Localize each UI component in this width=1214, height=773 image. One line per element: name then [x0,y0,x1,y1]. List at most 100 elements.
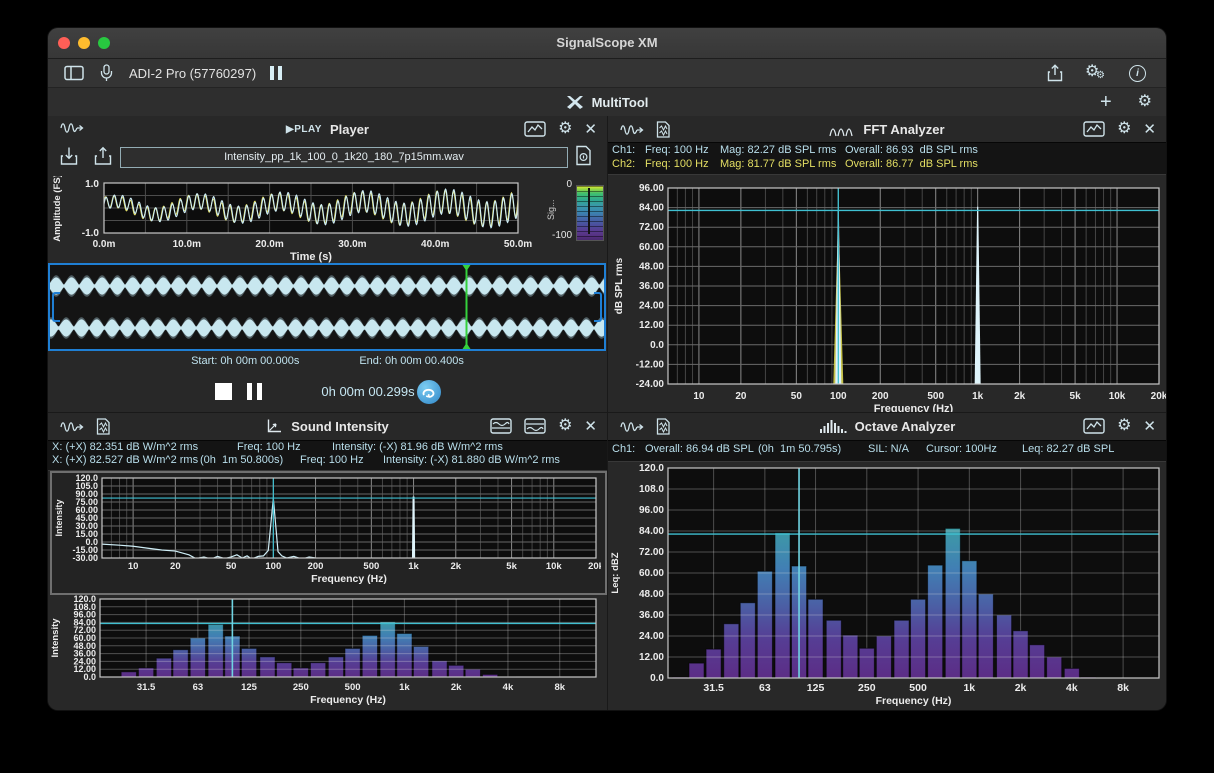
svg-text:31.5: 31.5 [703,682,724,694]
si-spectrum-chart[interactable]: 120.0105.090.0075.0060.0045.0030.0015.00… [52,473,601,589]
svg-text:96.00: 96.00 [639,183,664,194]
panel-title-sound-intensity: Sound Intensity [291,419,389,434]
player-settings-gear-icon[interactable]: ⚙ [558,121,572,137]
panel-title-fft: FFT Analyzer [863,122,944,137]
svg-text:10.0m: 10.0m [173,239,201,250]
oct-sil: SIL: N/A [868,443,909,455]
si-freq-1: Freq: 100 Hz [237,441,301,453]
fft-settings-gear-icon[interactable]: ⚙ [1117,121,1131,137]
si-readout-strip: X: (+X) 82.351 dB W/m^2 rms Freq: 100 Hz… [48,440,607,471]
svg-text:60.00: 60.00 [639,242,664,253]
player-close-icon[interactable]: ✕ [584,120,597,138]
svg-text:Frequency (Hz): Frequency (Hz) [876,695,952,707]
octave-readout-strip: Ch1: Overall: 86.94 dB SPL (0h 1m 50.795… [608,440,1166,462]
svg-text:50: 50 [791,391,803,402]
selection-left-handle[interactable] [52,292,60,322]
si-close-icon[interactable]: ✕ [584,417,597,435]
svg-text:-24.00: -24.00 [636,379,665,390]
add-tool-button[interactable]: + [1100,92,1112,112]
pause-stream-icon[interactable] [270,66,282,80]
svg-text:250: 250 [858,682,876,694]
fft-close-icon[interactable]: ✕ [1143,120,1156,138]
svg-text:2k: 2k [1014,391,1026,402]
svg-text:100: 100 [265,561,281,572]
svg-text:5k: 5k [506,561,517,572]
chart-view-icon[interactable] [1083,121,1105,137]
octave-bars-chart[interactable]: 120.0108.096.0084.0072.0060.0048.0036.00… [608,463,1166,710]
svg-text:Leq: dBZ: Leq: dBZ [610,552,621,593]
oct-ch-label: Ch1: [612,443,635,455]
svg-text:500: 500 [363,561,379,572]
svg-text:10: 10 [693,391,705,402]
loaded-file-field[interactable]: Intensity_pp_1k_100_0_1k20_180_7p15mm.wa… [120,147,568,168]
oct-cursor: Cursor: 100Hz [926,443,997,455]
svg-text:100: 100 [830,391,847,402]
device-label[interactable]: ADI-2 Pro (57760297) [129,66,256,81]
svg-text:500: 500 [345,682,361,693]
signal-level-colorbar [576,185,604,241]
svg-text:2k: 2k [1015,682,1027,694]
svg-text:120.0: 120.0 [639,463,664,474]
panel-title-player: Player [330,122,369,137]
si-intensity-1: Intensity: (-X) 81.96 dB W/m^2 rms [332,441,503,453]
svg-text:10k: 10k [1109,391,1126,402]
octave-settings-gear-icon[interactable]: ⚙ [1117,418,1131,434]
si-settings-gear-icon[interactable]: ⚙ [558,418,572,434]
svg-text:10: 10 [128,561,139,572]
svg-text:1.0: 1.0 [85,179,99,190]
svg-text:Time (s): Time (s) [290,251,332,263]
fft-ch1-label: Ch1: [612,144,635,156]
svg-text:36.00: 36.00 [639,281,664,292]
fft-icon [829,122,855,137]
stop-button[interactable] [215,383,232,400]
export-file-icon[interactable] [94,146,112,166]
svg-text:Intensity: Intensity [54,499,64,536]
panel-fft-analyzer: FFT Analyzer ⚙ ✕ Ch1: Freq: 100 Hz Mag: … [608,116,1166,413]
layout-gear-button[interactable]: ⚙ [1138,94,1152,110]
svg-text:12.00: 12.00 [639,652,664,663]
svg-text:63: 63 [759,682,771,694]
chart-view-icon[interactable] [1083,418,1105,434]
tab-multitool[interactable]: MultiTool [48,88,1166,116]
selection-right-handle[interactable] [594,292,602,322]
svg-text:200: 200 [308,561,324,572]
svg-text:108.0: 108.0 [639,484,664,495]
svg-text:40.0m: 40.0m [421,239,449,250]
si-spectrum-selected-frame[interactable]: 120.0105.090.0075.0060.0045.0030.0015.00… [50,471,607,595]
si-x-plus-2: X: (+X) 82.527 dB W/m^2 rms [52,454,198,466]
multitool-icon [566,95,584,110]
svg-text:Frequency (Hz): Frequency (Hz) [311,573,387,585]
colorbar-bottom-label: -100 [542,230,572,241]
svg-text:0.0: 0.0 [83,672,96,682]
info-icon[interactable]: i [1129,65,1146,82]
microphone-icon[interactable] [100,64,113,82]
svg-text:4k: 4k [1066,682,1078,694]
fft-spectrum-chart[interactable]: 96.0084.0072.0060.0048.0036.0024.0012.00… [608,174,1166,412]
octave-close-icon[interactable]: ✕ [1143,417,1156,435]
svg-text:Amplitude (FS): Amplitude (FS) [52,176,63,242]
sidebar-icon[interactable] [64,65,84,81]
pause-button[interactable] [247,383,262,400]
main-toolbar: ADI-2 Pro (57760297) ⚙ ⚙ i [48,59,1166,88]
share-icon[interactable] [1047,64,1063,82]
loop-button[interactable] [417,380,441,404]
octave-bars-icon [819,419,847,434]
player-waveform-chart[interactable]: 1.0-1.00.0m10.0m20.0m30.0m40.0m50.0mTime… [48,176,607,263]
import-file-icon[interactable] [60,146,78,166]
svg-text:5k: 5k [1070,391,1082,402]
fft-ch1-freq: Freq: 100 Hz [645,144,709,156]
file-info-icon[interactable] [575,145,592,166]
intensity-axes-icon [266,418,283,434]
waveform-overview-selector[interactable] [48,263,606,351]
chart-top-view-icon[interactable] [490,418,512,434]
si-octave-bars-chart[interactable]: 120.0108.096.0084.0072.0060.0048.0036.00… [48,593,607,710]
chart-view-icon[interactable] [524,121,546,137]
fft-readout-strip: Ch1: Freq: 100 Hz Mag: 82.27 dB SPL rms … [608,142,1166,175]
chart-bottom-view-icon[interactable] [524,418,546,434]
selection-start-label: Start: 0h 00m 00.000s [191,355,299,367]
svg-text:0.0: 0.0 [650,340,664,351]
svg-text:10k: 10k [546,561,563,572]
svg-text:Frequency (Hz): Frequency (Hz) [874,403,954,412]
tool-settings-gears-icon[interactable]: ⚙ ⚙ [1085,64,1107,82]
svg-text:48.00: 48.00 [639,261,664,272]
